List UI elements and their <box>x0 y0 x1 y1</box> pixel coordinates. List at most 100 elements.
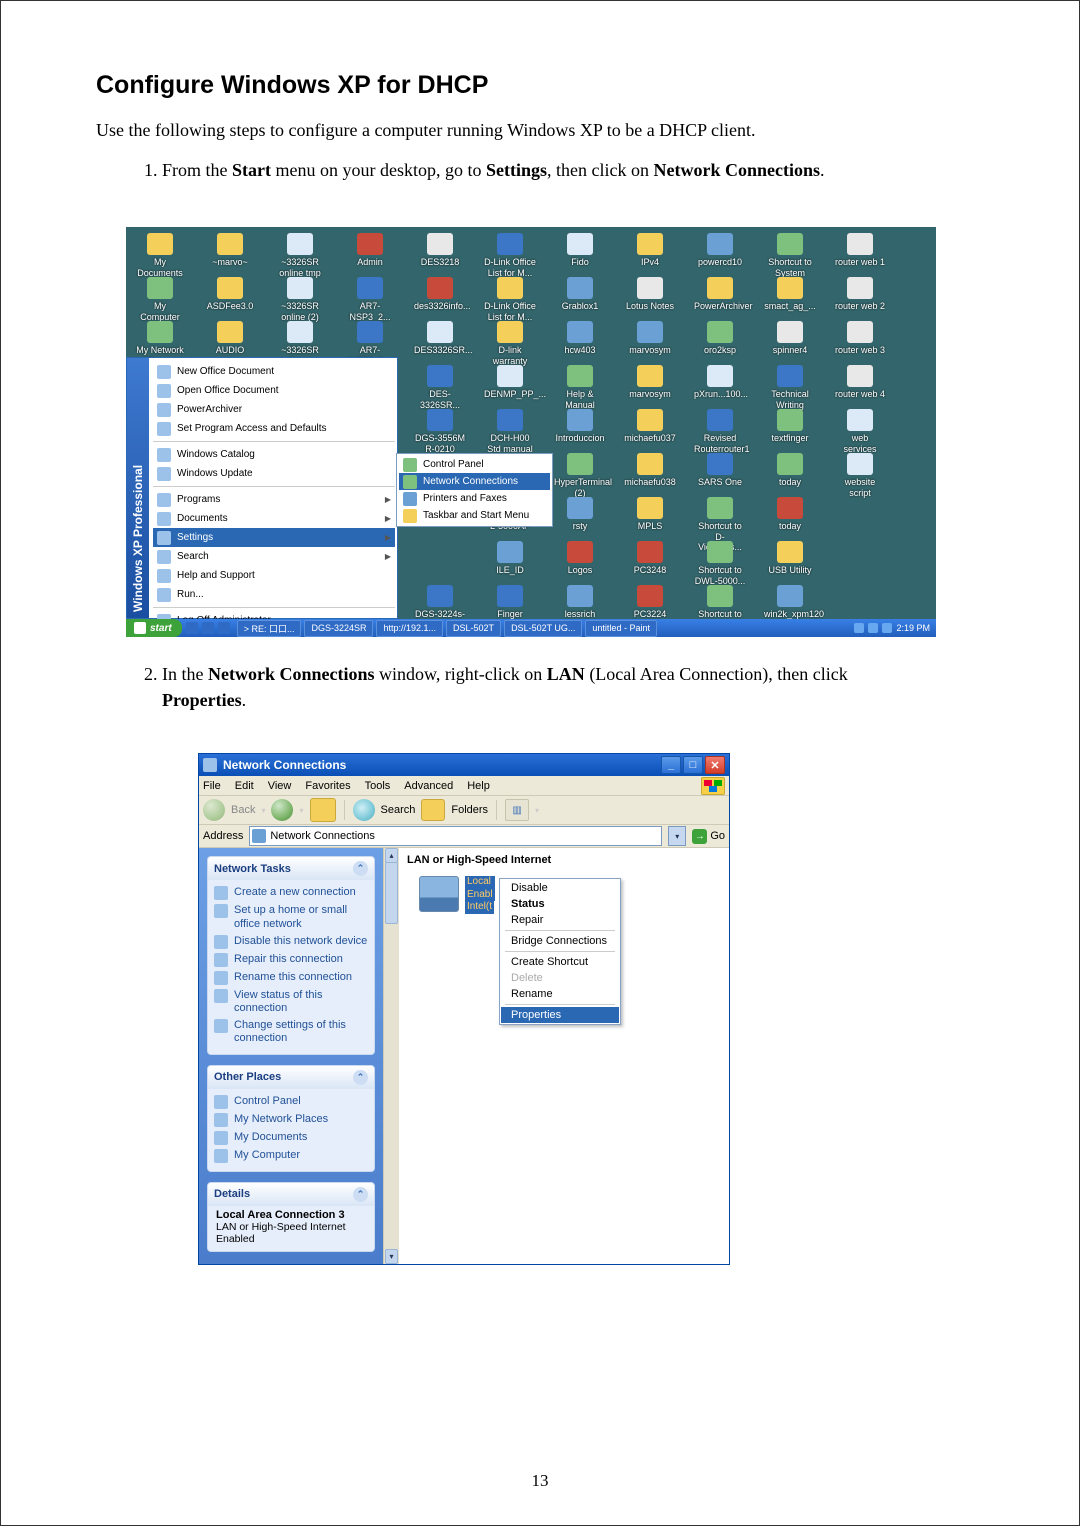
context-menu-item[interactable]: Create Shortcut <box>501 954 619 970</box>
task-link[interactable]: Set up a home or small office network <box>214 902 368 932</box>
desktop-icon[interactable]: ~marvo~ <box>204 233 256 267</box>
start-menu[interactable]: Windows XP Professional New Office Docum… <box>126 357 398 619</box>
menu-tools[interactable]: Tools <box>365 780 391 792</box>
desktop-icon[interactable]: powercd10 <box>694 233 746 267</box>
desktop-icon[interactable]: D-link warranty <box>484 321 536 366</box>
task-link[interactable]: Create a new connection <box>214 884 368 902</box>
scroll-up-icon[interactable]: ▴ <box>385 848 398 863</box>
desktop-icon[interactable]: IPv4 <box>624 233 676 267</box>
desktop-icon[interactable]: router web 1 <box>834 233 886 267</box>
context-menu-item[interactable]: Disable <box>501 880 619 896</box>
context-menu[interactable]: DisableStatusRepairBridge ConnectionsCre… <box>499 878 621 1025</box>
desktop-icon[interactable]: ~3326SR online tmp <box>274 233 326 278</box>
tray-icon[interactable] <box>854 623 864 633</box>
desktop-icon[interactable]: michaefu037 <box>624 409 676 443</box>
desktop-icon[interactable]: My Computer <box>134 277 186 322</box>
start-menu-item[interactable]: Settings▶ <box>153 528 395 547</box>
close-button[interactable]: ✕ <box>705 756 725 774</box>
start-menu-item[interactable]: Set Program Access and Defaults <box>153 419 395 438</box>
task-link[interactable]: Rename this connection <box>214 969 368 987</box>
collapse-icon[interactable]: ⌃ <box>353 1070 368 1085</box>
desktop-icon[interactable]: web services <box>834 409 886 454</box>
context-menu-item[interactable]: Rename <box>501 986 619 1002</box>
desktop-icon[interactable]: smact_ag_... <box>764 277 816 311</box>
start-menu-item[interactable]: Search▶ <box>153 547 395 566</box>
desktop-icon[interactable]: USB Utility <box>764 541 816 575</box>
desktop-icon[interactable]: rsty <box>554 497 606 531</box>
desktop-icon[interactable]: PC3224 <box>624 585 676 619</box>
menu-bar[interactable]: FileEditViewFavoritesToolsAdvancedHelp <box>199 776 729 796</box>
menu-advanced[interactable]: Advanced <box>404 780 453 792</box>
desktop-icon[interactable]: SARS One <box>694 453 746 487</box>
desktop-icon[interactable]: Admin <box>344 233 396 267</box>
desktop-icon[interactable]: Introduccion <box>554 409 606 443</box>
desktop-icon[interactable]: today <box>764 453 816 487</box>
taskbar-button[interactable]: untitled - Paint <box>585 620 657 637</box>
desktop-icon[interactable]: today <box>764 497 816 531</box>
desktop-icon[interactable]: Lotus Notes <box>624 277 676 311</box>
minimize-button[interactable]: _ <box>661 756 681 774</box>
menu-edit[interactable]: Edit <box>235 780 254 792</box>
search-label[interactable]: Search <box>381 804 416 816</box>
dropdown-icon[interactable]: ▾ <box>261 806 265 815</box>
desktop-icon[interactable]: Grablox1 <box>554 277 606 311</box>
context-menu-item[interactable]: Repair <box>501 912 619 928</box>
settings-menu-item[interactable]: Control Panel <box>399 456 550 473</box>
start-menu-item[interactable]: Windows Update <box>153 464 395 483</box>
desktop-icon[interactable]: Finger <box>484 585 536 619</box>
start-menu-item[interactable]: Help and Support <box>153 566 395 585</box>
task-link[interactable]: Repair this connection <box>214 951 368 969</box>
desktop-icon[interactable]: oro2ksp <box>694 321 746 355</box>
scroll-down-icon[interactable]: ▾ <box>385 1249 398 1264</box>
task-link[interactable]: View status of this connection <box>214 987 368 1017</box>
desktop-icon[interactable]: PowerArchiver <box>694 277 746 311</box>
place-link[interactable]: Control Panel <box>214 1093 368 1111</box>
desktop-icon[interactable]: DES3218 <box>414 233 466 267</box>
toolbar[interactable]: Back ▾ ▾ Search Folders ▥ ▾ <box>199 796 729 825</box>
system-tray[interactable]: 2:19 PM <box>848 619 936 637</box>
scrollbar[interactable]: ▴ ▾ <box>383 848 399 1264</box>
desktop-icon[interactable]: hcw403 <box>554 321 606 355</box>
quick-launch[interactable] <box>186 622 230 634</box>
taskbar-button[interactable]: DSL-502T UG... <box>504 620 582 637</box>
desktop-icon[interactable]: DGS-3556M R-0210 <box>414 409 466 454</box>
context-menu-item[interactable]: Status <box>501 896 619 912</box>
desktop-icon[interactable]: router web 2 <box>834 277 886 311</box>
tray-icon[interactable] <box>868 623 878 633</box>
start-menu-item[interactable]: New Office Document <box>153 362 395 381</box>
place-link[interactable]: My Network Places <box>214 1111 368 1129</box>
task-link[interactable]: Change settings of this connection <box>214 1017 368 1047</box>
address-field[interactable]: Network Connections <box>249 826 662 846</box>
desktop-icon[interactable]: Help & Manual <box>554 365 606 410</box>
desktop-icon[interactable]: michaefu038 <box>624 453 676 487</box>
go-button[interactable]: → Go <box>692 829 725 844</box>
start-menu-item[interactable]: Run... <box>153 585 395 604</box>
collapse-icon[interactable]: ⌃ <box>353 1187 368 1202</box>
desktop-icon[interactable]: Revised Routerrouter1 <box>694 409 746 454</box>
desktop-icon[interactable]: marvosym <box>624 321 676 355</box>
forward-button[interactable] <box>271 799 293 821</box>
desktop-icon[interactable]: router web 3 <box>834 321 886 355</box>
desktop-icon[interactable]: website script <box>834 453 886 498</box>
menu-view[interactable]: View <box>268 780 292 792</box>
desktop-icon[interactable]: Shortcut to System <box>764 233 816 278</box>
address-bar[interactable]: Address Network Connections ▾ → Go <box>199 825 729 848</box>
start-menu-item[interactable]: Windows Catalog <box>153 445 395 464</box>
desktop-icon[interactable]: DES-3326SR... <box>414 365 466 410</box>
desktop-icon[interactable]: D-Link Office List for M... <box>484 233 536 278</box>
desktop-icon[interactable]: D-Link Office List for M... <box>484 277 536 322</box>
connections-area[interactable]: LAN or High-Speed Internet Local Area Co… <box>399 848 729 1264</box>
desktop-icon[interactable]: Fido <box>554 233 606 267</box>
taskbar[interactable]: start > RE: 口口...DGS-3224SRhttp://192.1.… <box>126 619 936 637</box>
desktop-icon[interactable]: textfinger <box>764 409 816 443</box>
address-dropdown[interactable]: ▾ <box>668 826 686 846</box>
context-menu-item[interactable]: Properties <box>501 1007 619 1023</box>
desktop-icon[interactable]: HyperTerminal (2) <box>554 453 606 498</box>
taskbar-button[interactable]: DSL-502T <box>446 620 501 637</box>
desktop-icon[interactable]: Logos <box>554 541 606 575</box>
menu-file[interactable]: File <box>203 780 221 792</box>
tray-icon[interactable] <box>882 623 892 633</box>
desktop-icon[interactable]: Shortcut to DWL-5000... <box>694 541 746 586</box>
folders-icon[interactable] <box>421 799 445 821</box>
collapse-icon[interactable]: ⌃ <box>353 861 368 876</box>
